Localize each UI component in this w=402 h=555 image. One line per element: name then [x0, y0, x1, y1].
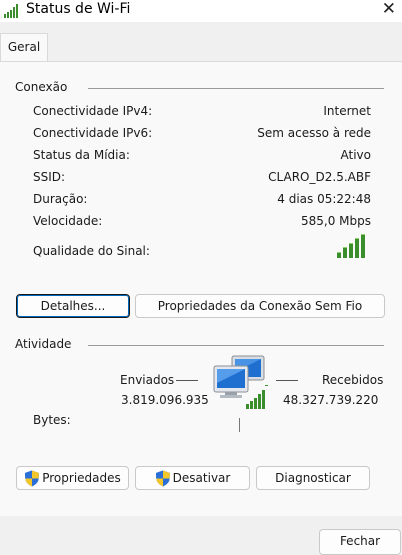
ipv4-label: Conectividade IPv4:	[33, 104, 153, 118]
speed-row: Velocidade: 585,0 Mbps	[33, 214, 371, 232]
close-icon[interactable]: ✕	[382, 0, 396, 19]
tab-geral[interactable]: Geral	[0, 33, 48, 61]
wireless-properties-button[interactable]: Propriedades da Conexão Sem Fio	[135, 294, 385, 318]
received-label: Recebidos	[322, 373, 384, 387]
received-dash	[276, 380, 298, 381]
received-bytes-value: 48.327.739.220	[283, 393, 379, 407]
tab-strip: Geral	[0, 22, 402, 61]
ipv6-row: Conectividade IPv6: Sem acesso à rede	[33, 126, 371, 144]
sent-label: Enviados	[120, 373, 175, 387]
connection-group-title: Conexão	[15, 80, 68, 94]
network-computers-icon	[213, 355, 268, 409]
details-button[interactable]: Detalhes...	[16, 294, 130, 318]
sent-bytes-value: 3.819.096.935	[121, 393, 209, 407]
signal-label: Qualidade do Sinal:	[33, 244, 150, 258]
media-status-label: Status da Mídia:	[33, 148, 130, 162]
properties-button[interactable]: Propriedades	[16, 466, 129, 490]
media-status-row: Status da Mídia: Ativo	[33, 148, 371, 166]
ipv6-label: Conectividade IPv6:	[33, 126, 153, 140]
properties-button-label: Propriedades	[42, 471, 121, 485]
media-status-value: Ativo	[340, 148, 371, 162]
speed-value: 585,0 Mbps	[300, 214, 371, 228]
duration-label: Duração:	[33, 192, 88, 206]
ipv6-value: Sem acesso à rede	[257, 126, 371, 140]
ssid-label: SSID:	[33, 170, 66, 184]
ssid-row: SSID: CLARO_D2.5.ABF	[33, 170, 371, 188]
duration-row: Duração: 4 dias 05:22:48	[33, 192, 371, 210]
activity-divider	[88, 345, 384, 346]
disable-button-label: Desativar	[172, 471, 231, 485]
window-title: Status de Wi-Fi	[26, 1, 131, 17]
wifi-signal-icon	[4, 4, 18, 18]
activity-group-title: Atividade	[15, 337, 72, 351]
connection-divider	[88, 88, 384, 89]
signal-row: Qualidade do Sinal:	[33, 244, 371, 262]
uac-shield-icon	[25, 470, 40, 487]
ssid-value: CLARO_D2.5.ABF	[268, 170, 371, 184]
close-button[interactable]: Fechar	[319, 529, 401, 555]
ipv4-row: Conectividade IPv4: Internet	[33, 104, 371, 122]
signal-strength-icon	[337, 234, 367, 258]
speed-label: Velocidade:	[33, 214, 103, 228]
title-bar: Status de Wi-Fi ✕	[0, 0, 402, 22]
activity-connector-line	[239, 418, 240, 432]
disable-button[interactable]: Desativar	[135, 466, 250, 490]
diagnose-button[interactable]: Diagnosticar	[256, 466, 370, 490]
bytes-label: Bytes:	[33, 413, 71, 427]
ipv4-value: Internet	[323, 104, 371, 118]
uac-shield-icon	[155, 470, 170, 487]
duration-value: 4 dias 05:22:48	[277, 192, 371, 206]
sent-dash	[176, 380, 198, 381]
